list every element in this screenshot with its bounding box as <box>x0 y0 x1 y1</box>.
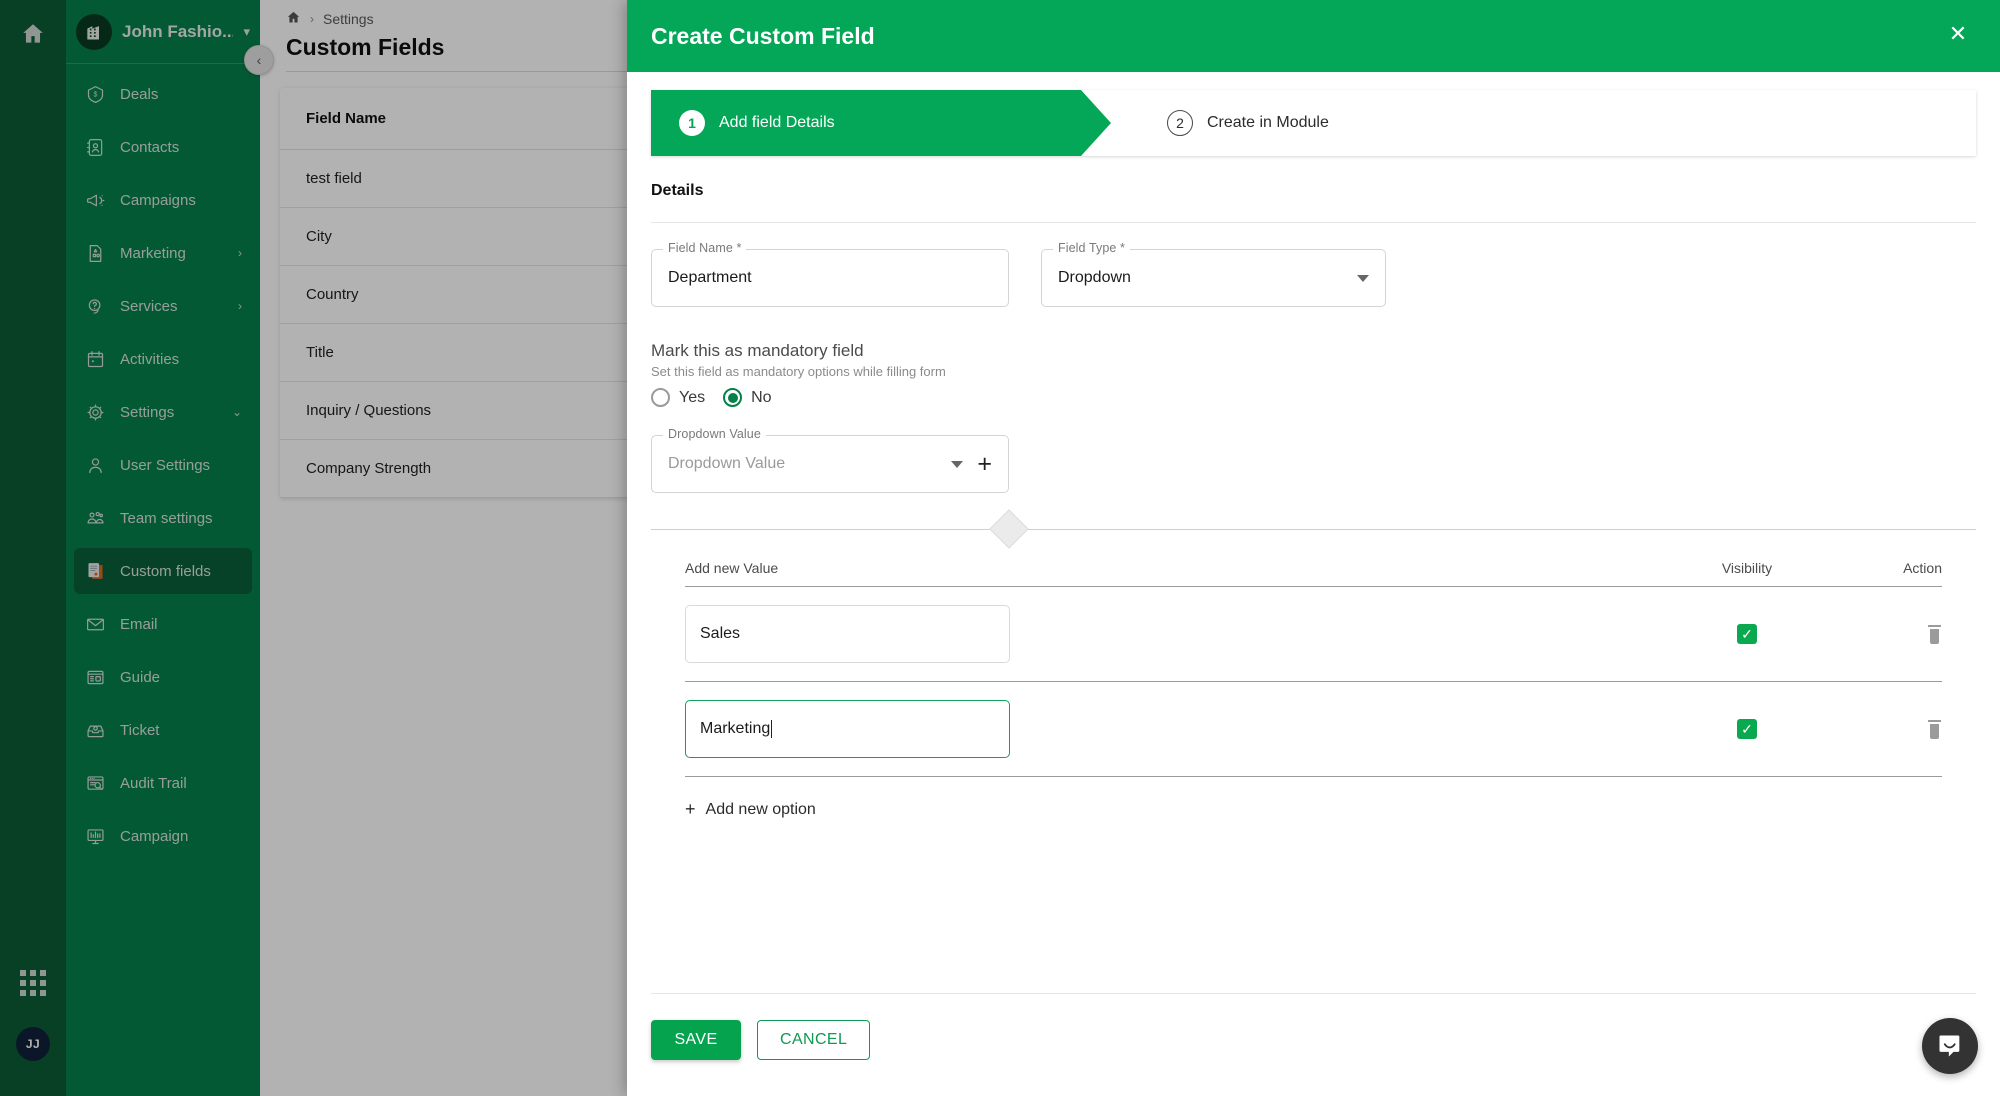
add-new-option-button[interactable]: + Add new option <box>651 799 1976 820</box>
radio-no-dot[interactable] <box>723 388 743 407</box>
value-row: Sales ✓ <box>685 587 1942 682</box>
dropdown-value-group: Dropdown Value Dropdown Value + <box>651 427 1009 493</box>
field-name-label: Field Name * <box>663 241 747 255</box>
chevron-down-icon[interactable] <box>951 460 964 468</box>
step-create-in-module[interactable]: 2 Create in Module <box>1111 90 1976 156</box>
radio-yes-label: Yes <box>679 388 706 406</box>
step-1-label: Add field Details <box>719 114 835 131</box>
values-table: Add new Value Visibility Action Sales ✓ … <box>651 560 1976 777</box>
section-title-details: Details <box>651 182 704 199</box>
field-type-select[interactable]: Dropdown <box>1041 249 1386 307</box>
field-name-group: Field Name * Department <box>651 241 1009 307</box>
value-visibility-cell: ✓ <box>1662 719 1832 739</box>
modal-footer: SAVE CANCEL <box>627 967 2000 1096</box>
mandatory-subtitle: Set this field as mandatory options whil… <box>651 364 946 379</box>
trash-icon[interactable] <box>1927 719 1942 739</box>
save-button[interactable]: SAVE <box>651 1020 741 1060</box>
create-custom-field-modal: Create Custom Field ✕ 1 Add field Detail… <box>627 0 2000 1096</box>
resize-handle[interactable] <box>989 509 1029 549</box>
field-type-label: Field Type * <box>1053 241 1130 255</box>
trash-icon[interactable] <box>1927 624 1942 644</box>
dropdown-value-input[interactable]: Dropdown Value + <box>651 435 1009 493</box>
values-table-header: Add new Value Visibility Action <box>685 560 1942 587</box>
values-col-action: Action <box>1903 560 1942 576</box>
mandatory-title: Mark this as mandatory field <box>651 341 864 360</box>
value-visibility-cell: ✓ <box>1662 624 1832 644</box>
radio-yes-dot[interactable] <box>651 388 670 407</box>
close-icon[interactable]: ✕ <box>1946 22 1970 46</box>
radio-no-label: No <box>751 388 772 406</box>
add-new-option-label: Add new option <box>705 800 816 818</box>
footer-buttons: SAVE CANCEL <box>651 994 1976 1096</box>
mandatory-group: Mark this as mandatory field Set this fi… <box>651 341 1976 407</box>
field-type-value: Dropdown <box>1058 269 1131 286</box>
value-input[interactable]: Marketing <box>685 700 1010 758</box>
value-name-cell: Marketing <box>685 700 1662 758</box>
modal-title: Create Custom Field <box>651 22 875 49</box>
modal-header: Create Custom Field ✕ <box>627 0 2000 72</box>
radio-no[interactable]: No <box>723 388 772 407</box>
dropdown-value-label: Dropdown Value <box>663 427 766 441</box>
step-2-number: 2 <box>1167 110 1193 136</box>
step-add-field-details[interactable]: 1 Add field Details <box>651 90 1111 156</box>
step-1-number: 1 <box>679 110 705 136</box>
values-col-name: Add new Value <box>685 560 779 576</box>
cancel-button[interactable]: CANCEL <box>757 1020 871 1060</box>
visibility-checkbox[interactable]: ✓ <box>1737 719 1757 739</box>
radio-yes[interactable]: Yes <box>651 388 705 407</box>
section-split <box>651 509 1976 549</box>
value-row: Marketing ✓ <box>685 682 1942 777</box>
details-divider <box>651 222 1976 223</box>
mandatory-radio-group: Yes No <box>651 388 1976 407</box>
value-input[interactable]: Sales <box>685 605 1010 663</box>
app-root: JJ John Fashio... ▾ $ Deals Contacts Campai… <box>0 0 2000 1096</box>
value-name-cell: Sales <box>685 605 1662 663</box>
field-row: Field Name * Department Field Type * Dro… <box>651 241 1976 307</box>
plus-icon[interactable]: + <box>977 451 992 477</box>
chat-bubble-icon[interactable] <box>1922 1018 1978 1074</box>
dropdown-value-placeholder: Dropdown Value <box>668 455 786 472</box>
values-col-visibility: Visibility <box>1721 560 1773 576</box>
wizard-stepper: 1 Add field Details 2 Create in Module <box>651 90 1976 156</box>
modal-body: Details Field Name * Department Field Ty… <box>627 156 2000 967</box>
field-type-group: Field Type * Dropdown <box>1041 241 1386 307</box>
chevron-down-icon[interactable] <box>1357 274 1369 282</box>
plus-icon: + <box>685 799 696 819</box>
value-action-cell <box>1832 719 1942 739</box>
visibility-checkbox[interactable]: ✓ <box>1737 624 1757 644</box>
field-name-input[interactable]: Department <box>651 249 1009 307</box>
step-2-label: Create in Module <box>1207 114 1329 131</box>
value-action-cell <box>1832 624 1942 644</box>
